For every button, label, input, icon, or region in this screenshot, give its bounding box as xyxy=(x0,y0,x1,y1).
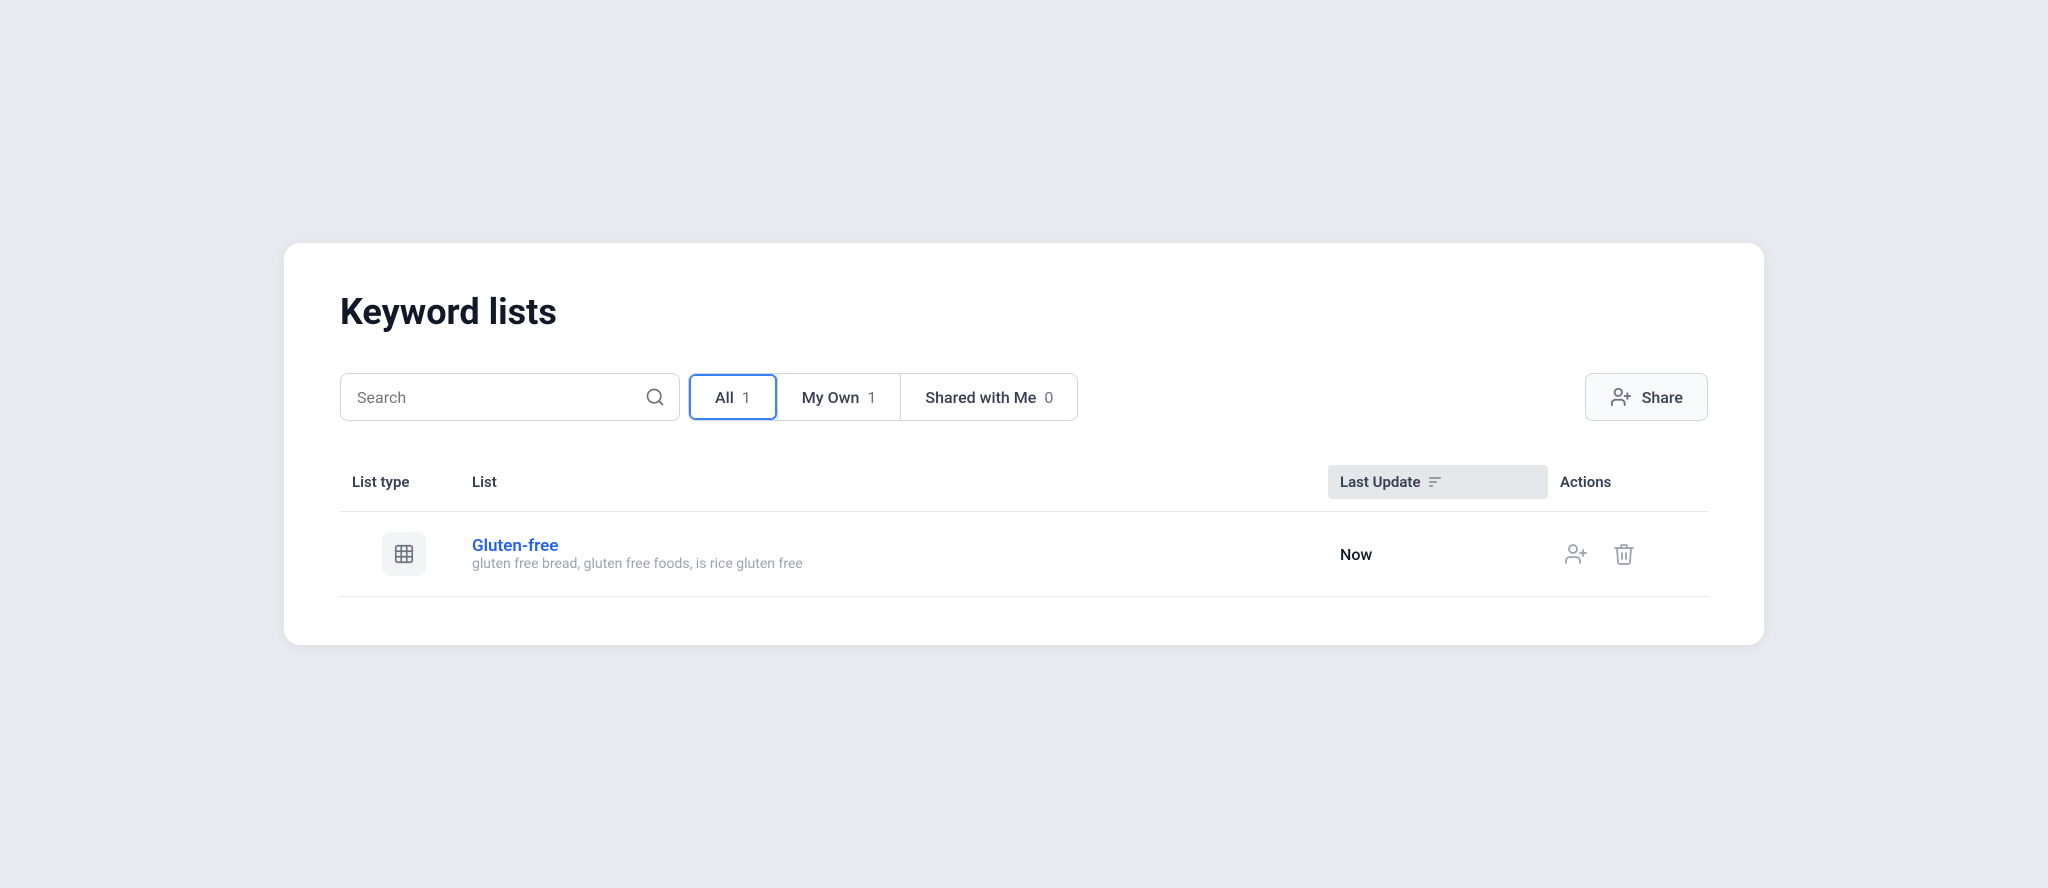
list-type-icon-box xyxy=(382,532,426,576)
filter-shared-count: 0 xyxy=(1044,388,1053,407)
search-button[interactable] xyxy=(631,374,679,420)
share-icon xyxy=(1610,386,1632,408)
col-list-type: List type xyxy=(340,465,460,499)
filter-myown-count: 1 xyxy=(867,388,876,407)
filter-shared-label: Shared with Me xyxy=(925,388,1036,407)
col-last-update[interactable]: Last Update xyxy=(1328,465,1548,499)
col-last-update-label: Last Update xyxy=(1340,473,1421,491)
table-grid-icon xyxy=(393,543,415,565)
page-title: Keyword lists xyxy=(340,291,1708,333)
filter-shared-button[interactable]: Shared with Me 0 xyxy=(901,374,1077,420)
search-wrapper xyxy=(340,373,680,421)
list-info-cell: Gluten-free gluten free bread, gluten fr… xyxy=(460,536,1328,572)
toolbar: All 1 My Own 1 Shared with Me 0 Share xyxy=(340,373,1708,421)
search-icon xyxy=(645,387,665,407)
table-header: List type List Last Update Actions xyxy=(340,453,1708,512)
filter-all-button[interactable]: All 1 xyxy=(689,374,777,420)
main-card: Keyword lists All 1 My Own 1 xyxy=(284,243,1764,645)
col-list: List xyxy=(460,465,1328,499)
table-row: Gluten-free gluten free bread, gluten fr… xyxy=(340,512,1708,597)
col-actions: Actions xyxy=(1548,465,1708,499)
share-button[interactable]: Share xyxy=(1585,373,1708,421)
delete-button[interactable] xyxy=(1608,538,1640,570)
filter-all-count: 1 xyxy=(742,388,751,407)
filter-group: All 1 My Own 1 Shared with Me 0 xyxy=(688,373,1078,421)
sort-icon xyxy=(1427,474,1443,490)
row-actions-cell xyxy=(1548,538,1708,570)
list-name-link[interactable]: Gluten-free xyxy=(472,536,558,556)
list-keywords: gluten free bread, gluten free foods, is… xyxy=(472,556,1316,572)
trash-icon xyxy=(1612,542,1636,566)
add-user-button[interactable] xyxy=(1560,538,1592,570)
search-input[interactable] xyxy=(341,388,631,407)
last-update-cell: Now xyxy=(1328,545,1548,564)
share-button-label: Share xyxy=(1642,388,1683,407)
list-type-icon-cell xyxy=(340,532,460,576)
filter-all-label: All xyxy=(715,388,734,407)
keyword-table: List type List Last Update Actions xyxy=(340,453,1708,597)
add-user-icon xyxy=(1564,542,1588,566)
filter-myown-button[interactable]: My Own 1 xyxy=(778,374,901,420)
filter-myown-label: My Own xyxy=(802,388,860,407)
